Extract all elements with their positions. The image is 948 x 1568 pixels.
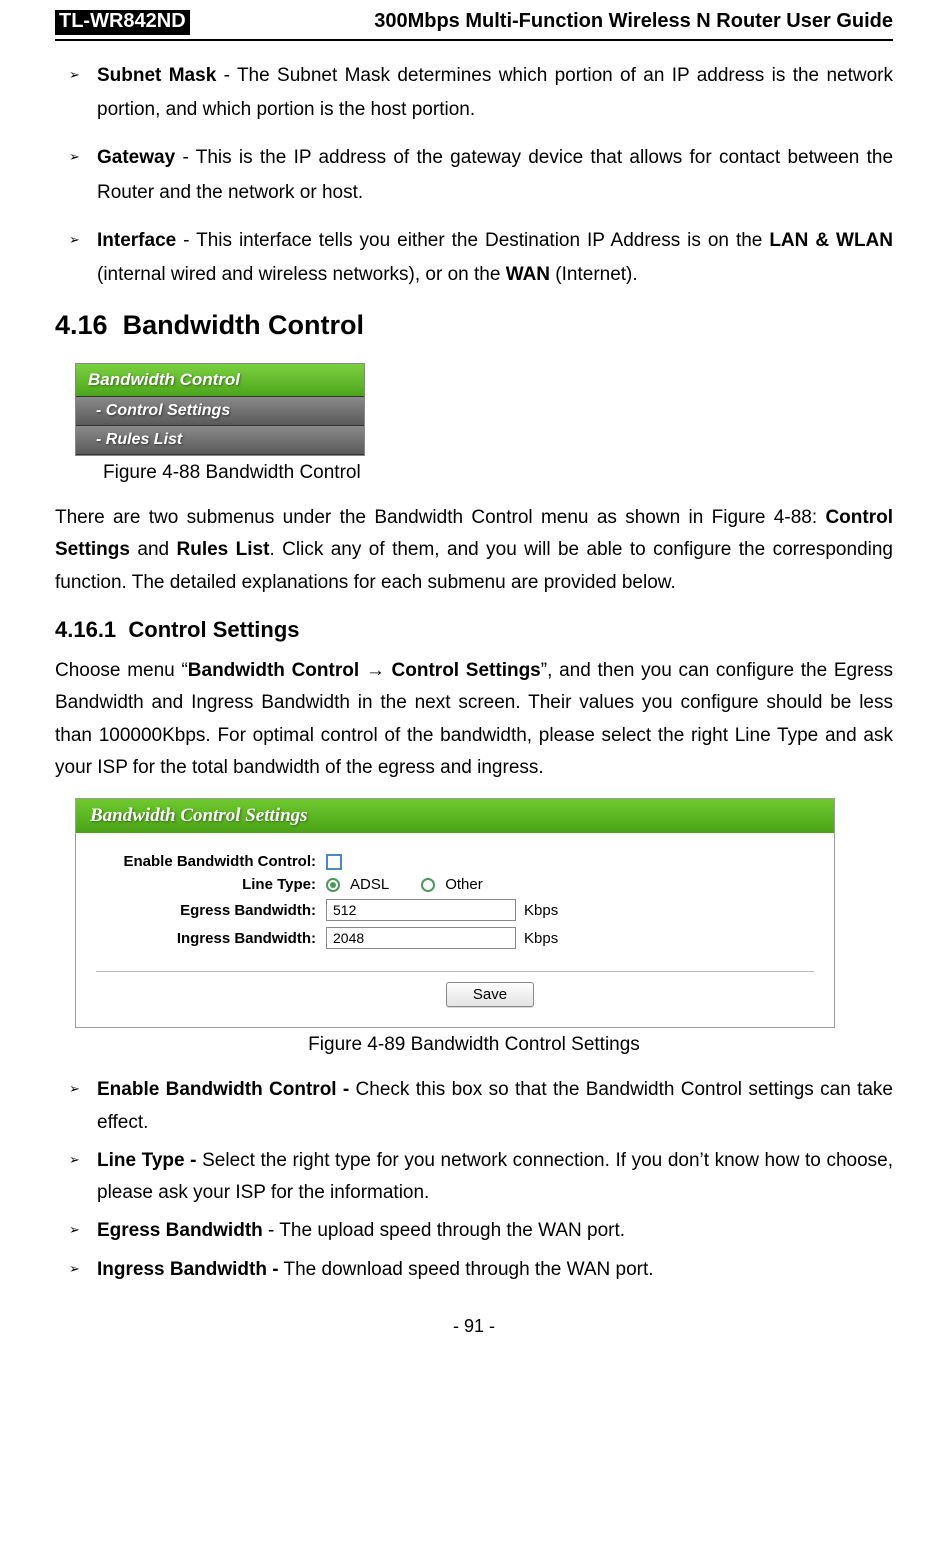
label-ingress: Ingress Bandwidth:	[96, 930, 326, 947]
bullet-subnet-mask: Subnet Mask - The Subnet Mask determines…	[55, 59, 893, 127]
definition-list-top: Subnet Mask - The Subnet Mask determines…	[55, 59, 893, 292]
radio-label-adsl: ADSL	[350, 876, 389, 893]
input-egress-bandwidth[interactable]	[326, 899, 516, 921]
row-egress: Egress Bandwidth: Kbps	[96, 899, 814, 921]
nav-menu-item-control-settings: - Control Settings	[76, 397, 364, 426]
input-ingress-bandwidth[interactable]	[326, 927, 516, 949]
checkbox-enable-bandwidth[interactable]	[326, 854, 342, 870]
nav-menu-screenshot: Bandwidth Control - Control Settings - R…	[75, 363, 365, 456]
subsection-heading: 4.16.1 Control Settings	[55, 617, 893, 643]
figure-caption-89: Figure 4-89 Bandwidth Control Settings	[55, 1034, 893, 1056]
bullet-egress-bw: Egress Bandwidth - The upload speed thro…	[55, 1215, 893, 1247]
radio-other[interactable]	[421, 878, 435, 892]
row-enable: Enable Bandwidth Control:	[96, 853, 814, 870]
label-egress: Egress Bandwidth:	[96, 902, 326, 919]
page-header: TL-WR842ND 300Mbps Multi-Function Wirele…	[55, 10, 893, 41]
nav-menu-item-rules-list: - Rules List	[76, 426, 364, 455]
label-line-type: Line Type:	[96, 876, 326, 893]
model-badge: TL-WR842ND	[55, 10, 190, 35]
paragraph-choose-menu: Choose menu “Bandwidth Control → Control…	[55, 655, 893, 784]
bullet-interface: Interface - This interface tells you eit…	[55, 224, 893, 292]
row-line-type: Line Type: ADSL Other	[96, 876, 814, 893]
radio-label-other: Other	[445, 876, 483, 893]
section-heading: 4.16 Bandwidth Control	[55, 310, 893, 341]
unit-ingress: Kbps	[524, 930, 558, 947]
definition-list-bottom: Enable Bandwidth Control - Check this bo…	[55, 1074, 893, 1286]
bullet-enable-bw: Enable Bandwidth Control - Check this bo…	[55, 1074, 893, 1139]
guide-title: 300Mbps Multi-Function Wireless N Router…	[374, 10, 893, 33]
bullet-gateway: Gateway - This is the IP address of the …	[55, 141, 893, 209]
save-button[interactable]: Save	[446, 982, 534, 1007]
row-ingress: Ingress Bandwidth: Kbps	[96, 927, 814, 949]
settings-panel-title: Bandwidth Control Settings	[76, 799, 834, 833]
paragraph-submenus: There are two submenus under the Bandwid…	[55, 502, 893, 599]
figure-caption-88: Figure 4-88 Bandwidth Control	[103, 462, 893, 484]
label-enable: Enable Bandwidth Control:	[96, 853, 326, 870]
nav-menu-header: Bandwidth Control	[76, 364, 364, 397]
radio-adsl[interactable]	[326, 878, 340, 892]
settings-panel-screenshot: Bandwidth Control Settings Enable Bandwi…	[75, 798, 835, 1028]
bullet-ingress-bw: Ingress Bandwidth - The download speed t…	[55, 1254, 893, 1286]
unit-egress: Kbps	[524, 902, 558, 919]
page-number: - 91 -	[55, 1316, 893, 1337]
bullet-line-type: Line Type - Select the right type for yo…	[55, 1145, 893, 1210]
